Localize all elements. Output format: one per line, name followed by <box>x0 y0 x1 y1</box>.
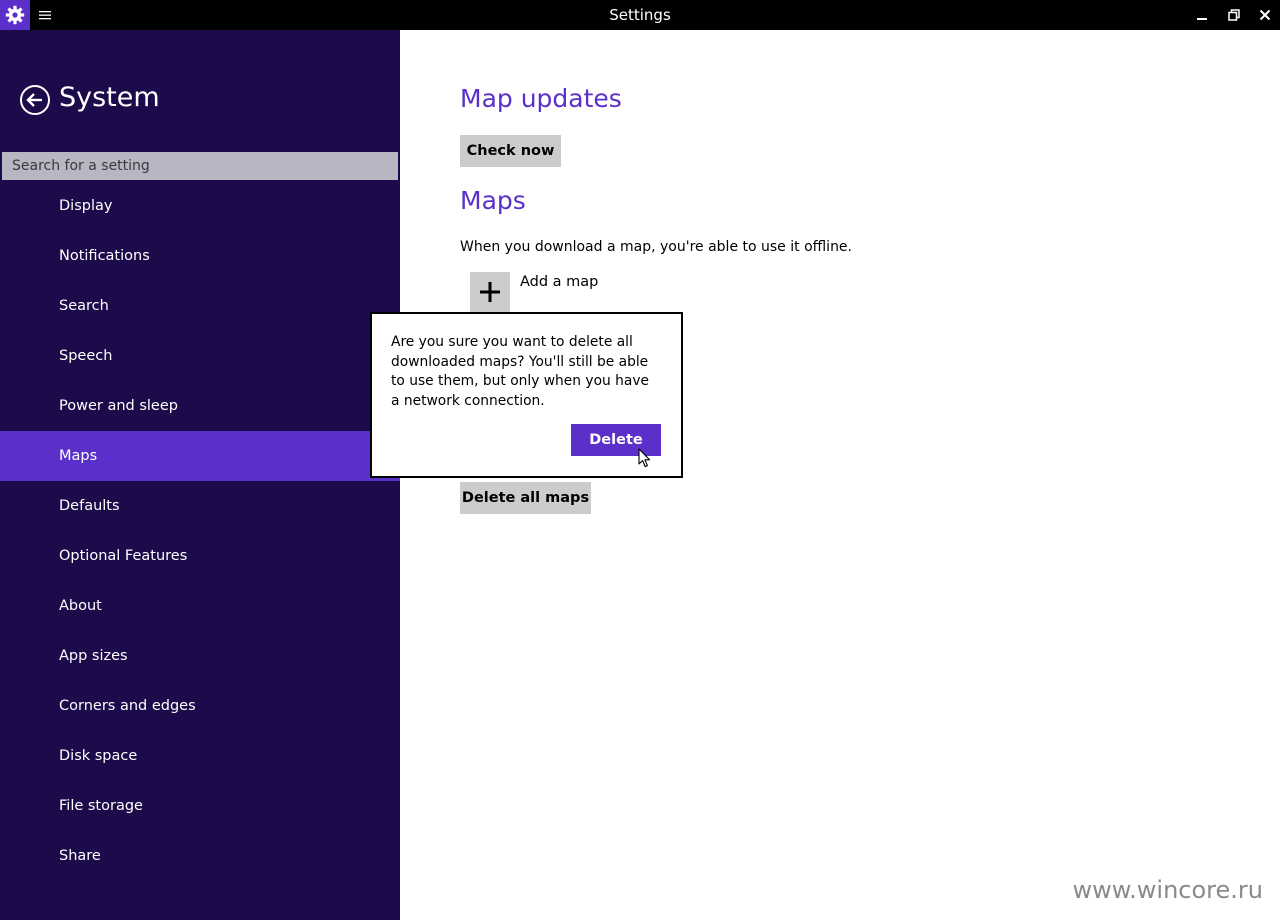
maps-heading: Maps <box>460 186 526 215</box>
title-bar: Settings <box>0 0 1280 30</box>
back-arrow-icon[interactable] <box>19 84 51 116</box>
sidebar-item-app-sizes[interactable]: App sizes <box>0 631 400 681</box>
sidebar-item-power-and-sleep[interactable]: Power and sleep <box>0 381 400 431</box>
search-input[interactable] <box>2 152 398 180</box>
sidebar-nav: Display Notifications Search Speech Powe… <box>0 181 400 881</box>
sidebar-item-search[interactable]: Search <box>0 281 400 331</box>
plus-icon <box>480 282 500 302</box>
sidebar-item-share[interactable]: Share <box>0 831 400 881</box>
sidebar: System Display Notifications Search Spee… <box>0 30 400 920</box>
sidebar-item-corners-and-edges[interactable]: Corners and edges <box>0 681 400 731</box>
sidebar-item-optional-features[interactable]: Optional Features <box>0 531 400 581</box>
flyout-message: Are you sure you want to delete all down… <box>391 334 649 409</box>
sidebar-item-about[interactable]: About <box>0 581 400 631</box>
delete-confirmation-flyout: Are you sure you want to delete all down… <box>370 312 683 478</box>
restore-icon[interactable] <box>1218 0 1250 30</box>
mouse-cursor-icon <box>638 448 651 468</box>
map-updates-heading: Map updates <box>460 84 622 113</box>
sidebar-item-display[interactable]: Display <box>0 181 400 231</box>
sidebar-item-speech[interactable]: Speech <box>0 331 400 381</box>
sidebar-item-file-storage[interactable]: File storage <box>0 781 400 831</box>
watermark: www.wincore.ru <box>1072 876 1263 904</box>
maps-description: When you download a map, you're able to … <box>460 239 852 255</box>
add-map-button[interactable] <box>470 272 510 312</box>
sidebar-title: System <box>59 82 160 113</box>
add-map-label[interactable]: Add a map <box>520 274 598 290</box>
minimize-icon[interactable] <box>1186 0 1218 30</box>
window-title: Settings <box>609 6 671 24</box>
sidebar-item-defaults[interactable]: Defaults <box>0 481 400 531</box>
close-icon[interactable] <box>1249 0 1280 30</box>
check-now-button[interactable]: Check now <box>460 135 561 167</box>
sidebar-item-notifications[interactable]: Notifications <box>0 231 400 281</box>
sidebar-item-disk-space[interactable]: Disk space <box>0 731 400 781</box>
delete-all-maps-button[interactable]: Delete all maps <box>460 482 591 514</box>
sidebar-item-maps[interactable]: Maps <box>0 431 400 481</box>
